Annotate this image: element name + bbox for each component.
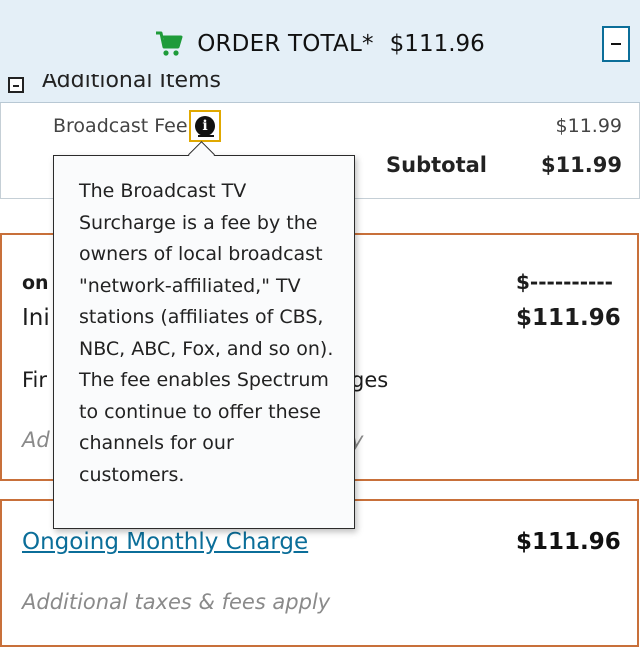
monthly-charge-amount: $111.96 xyxy=(516,529,621,555)
tooltip-text: The Broadcast TV Surcharge is a fee by t… xyxy=(79,180,334,486)
monthly-taxes-note: Additional taxes & fees apply xyxy=(22,590,331,614)
additional-items-title: Additional Items xyxy=(42,74,221,93)
minus-icon xyxy=(611,43,621,45)
collapse-additional-items-icon xyxy=(8,77,24,93)
shopping-cart-icon xyxy=(156,31,183,56)
initial-charge-amount: $111.96 xyxy=(516,305,621,331)
order-total-amount: $111.96 xyxy=(389,31,485,57)
info-icon: i xyxy=(195,116,215,136)
broadcast-fee-tooltip: The Broadcast TV Surcharge is a fee by t… xyxy=(53,155,355,529)
additional-items-toggle[interactable]: Additional Items xyxy=(4,74,304,100)
ongoing-monthly-charge-link[interactable]: Ongoing Monthly Charge xyxy=(22,529,308,555)
taxes-note: Ad xyxy=(22,428,50,452)
order-total-bar[interactable]: ORDER TOTAL* $111.96 xyxy=(0,24,640,64)
initial-charge-label[interactable]: Ini xyxy=(22,305,50,331)
broadcast-fee-amount: $11.99 xyxy=(555,115,622,137)
one-time-dash-amount: $---------- xyxy=(516,270,613,294)
first-month-label: Fir xyxy=(22,368,48,392)
broadcast-fee-label: Broadcast Fee xyxy=(53,115,188,137)
subtotal-label: Subtotal xyxy=(386,153,487,177)
collapse-order-button[interactable] xyxy=(602,26,630,62)
one-time-heading: on xyxy=(22,272,49,294)
order-total-label: ORDER TOTAL* xyxy=(197,31,374,57)
order-total-header: ORDER TOTAL* $111.96 Additional Items xyxy=(0,0,640,103)
broadcast-fee-info-button[interactable]: i xyxy=(189,110,221,142)
subtotal-amount: $11.99 xyxy=(540,153,622,177)
charges-label-tail: ges xyxy=(351,368,389,392)
